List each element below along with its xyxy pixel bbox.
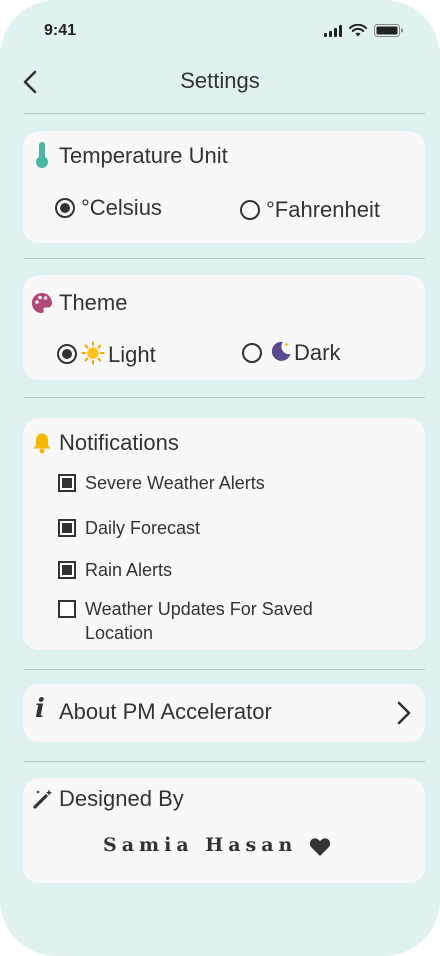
status-icons (324, 24, 404, 37)
notifications-card: Notifications Severe Weather Alerts Dail… (23, 418, 425, 650)
divider (24, 258, 425, 259)
divider (24, 113, 425, 114)
designed-by-card: Designed By Samia Hasan (23, 778, 425, 883)
signal-icon (324, 24, 342, 37)
light-radio[interactable] (57, 344, 77, 364)
divider (24, 669, 425, 670)
magic-wand-icon (33, 789, 53, 809)
sun-icon (81, 341, 105, 365)
info-icon: i (35, 694, 45, 724)
heart-icon (309, 838, 331, 856)
rain-alerts-checkbox[interactable] (58, 561, 76, 579)
thermometer-icon (36, 142, 48, 168)
bell-icon (33, 433, 51, 454)
moon-icon (271, 341, 291, 361)
chevron-right-icon[interactable] (395, 700, 413, 726)
battery-icon (374, 24, 403, 37)
severe-weather-label[interactable]: Severe Weather Alerts (85, 471, 265, 495)
celsius-label[interactable]: °Celsius (81, 195, 162, 221)
temperature-card: Temperature Unit °Celsius °Fahrenheit (23, 131, 425, 243)
dark-radio[interactable] (242, 343, 262, 363)
notifications-title: Notifications (59, 430, 179, 455)
divider (24, 761, 425, 762)
celsius-radio[interactable] (55, 198, 75, 218)
palette-icon (32, 293, 52, 313)
designer-name: Samia Hasan (103, 834, 298, 856)
light-label[interactable]: Light (108, 342, 156, 368)
page-title: Settings (180, 68, 260, 93)
status-time: 9:41 (44, 22, 77, 39)
saved-location-checkbox[interactable] (58, 600, 76, 618)
about-row[interactable]: i About PM Accelerator (23, 684, 425, 742)
wifi-icon (349, 24, 367, 37)
daily-forecast-label[interactable]: Daily Forecast (85, 516, 200, 540)
daily-forecast-checkbox[interactable] (58, 519, 76, 537)
fahrenheit-label[interactable]: °Fahrenheit (266, 197, 380, 223)
designed-by-title: Designed By (59, 786, 184, 811)
dark-label[interactable]: Dark (294, 340, 340, 366)
severe-weather-checkbox[interactable] (58, 474, 76, 492)
divider (24, 397, 425, 398)
phone-screen: 9:41 Settings Temperature Unit °Celsius (0, 0, 440, 956)
rain-alerts-label[interactable]: Rain Alerts (85, 558, 172, 582)
saved-location-label[interactable]: Weather Updates For Saved Location (85, 597, 375, 645)
theme-card: Theme Light Dark (23, 275, 425, 380)
about-label[interactable]: About PM Accelerator (59, 699, 272, 725)
fahrenheit-radio[interactable] (240, 200, 260, 220)
temperature-title: Temperature Unit (59, 143, 228, 168)
theme-title: Theme (59, 290, 128, 315)
